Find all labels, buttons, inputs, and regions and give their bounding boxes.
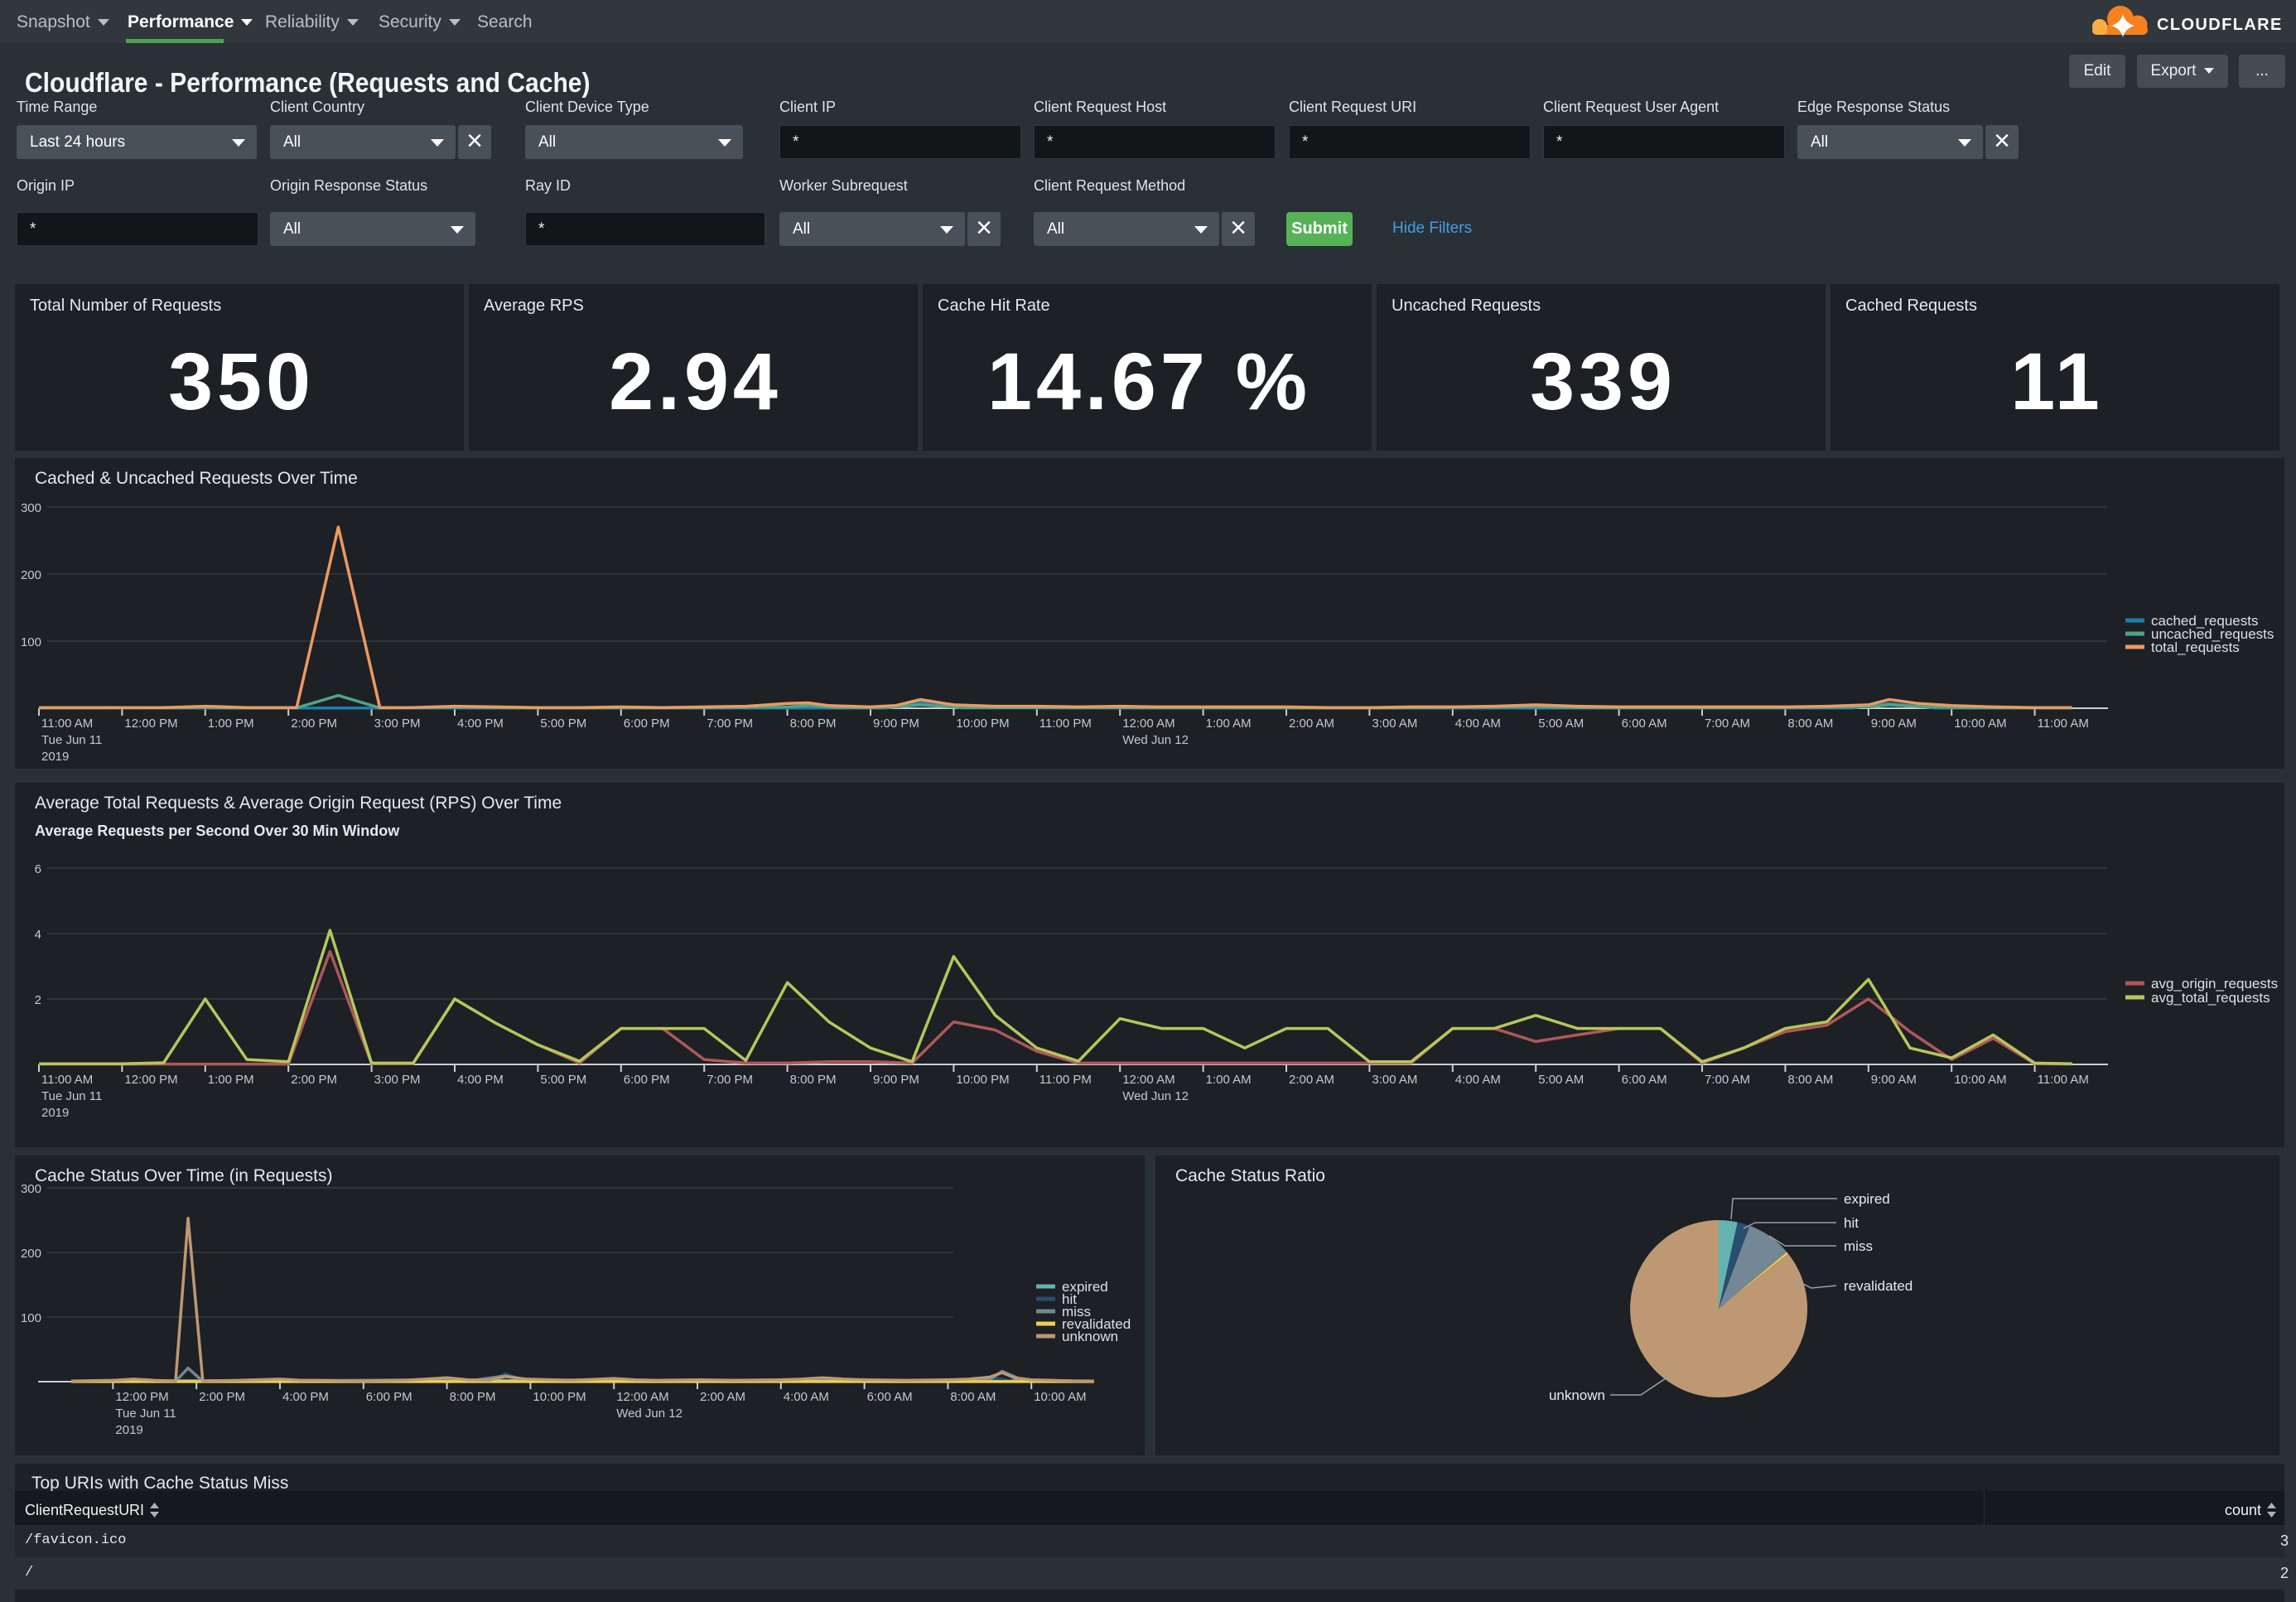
svg-text:2019: 2019: [41, 750, 69, 764]
svg-text:11:00 AM: 11:00 AM: [41, 1073, 93, 1087]
svg-text:12:00 PM: 12:00 PM: [115, 1390, 168, 1404]
svg-text:6:00 AM: 6:00 AM: [1622, 1073, 1667, 1087]
svg-text:12:00 AM: 12:00 AM: [1122, 1073, 1175, 1087]
svg-text:3:00 PM: 3:00 PM: [374, 1073, 421, 1087]
svg-text:3:00 AM: 3:00 AM: [1372, 717, 1417, 731]
svg-text:9:00 PM: 9:00 PM: [873, 1073, 919, 1087]
svg-text:12:00 AM: 12:00 AM: [1122, 717, 1175, 731]
svg-text:10:00 PM: 10:00 PM: [956, 1073, 1009, 1087]
svg-text:Tue Jun 11: Tue Jun 11: [41, 733, 102, 747]
svg-text:10:00 AM: 10:00 AM: [1954, 717, 2006, 731]
svg-text:unknown: unknown: [1549, 1387, 1605, 1403]
svg-text:2:00 AM: 2:00 AM: [1289, 1073, 1334, 1087]
svg-text:5:00 PM: 5:00 PM: [540, 717, 586, 731]
svg-text:3:00 PM: 3:00 PM: [374, 717, 421, 731]
svg-text:Tue Jun 11: Tue Jun 11: [41, 1089, 102, 1103]
svg-text:11:00 AM: 11:00 AM: [2038, 1073, 2089, 1087]
svg-text:unknown: unknown: [1062, 1329, 1118, 1344]
svg-text:8:00 PM: 8:00 PM: [450, 1390, 496, 1404]
svg-text:12:00 PM: 12:00 PM: [124, 717, 177, 731]
svg-text:2019: 2019: [115, 1423, 142, 1437]
svg-text:Wed Jun 12: Wed Jun 12: [616, 1407, 683, 1421]
svg-text:8:00 PM: 8:00 PM: [790, 1073, 837, 1087]
svg-text:4:00 AM: 4:00 AM: [1455, 717, 1501, 731]
svg-text:expired: expired: [1844, 1191, 1890, 1207]
svg-text:2:00 AM: 2:00 AM: [1289, 717, 1334, 731]
svg-text:7:00 AM: 7:00 AM: [1705, 1073, 1750, 1087]
svg-text:4:00 PM: 4:00 PM: [282, 1390, 329, 1404]
svg-text:2: 2: [35, 993, 41, 1007]
svg-text:1:00 PM: 1:00 PM: [208, 1073, 254, 1087]
svg-text:miss: miss: [1844, 1238, 1873, 1254]
svg-text:12:00 AM: 12:00 AM: [616, 1390, 668, 1404]
svg-text:7:00 PM: 7:00 PM: [707, 1073, 753, 1087]
svg-text:300: 300: [21, 501, 41, 515]
svg-text:4: 4: [35, 928, 41, 942]
svg-text:200: 200: [21, 1247, 41, 1261]
svg-text:6:00 AM: 6:00 AM: [867, 1390, 913, 1404]
svg-text:12:00 PM: 12:00 PM: [124, 1073, 177, 1087]
svg-text:7:00 AM: 7:00 AM: [1705, 717, 1750, 731]
svg-text:8:00 AM: 8:00 AM: [1787, 717, 1833, 731]
svg-text:9:00 PM: 9:00 PM: [873, 717, 919, 731]
svg-text:6:00 PM: 6:00 PM: [366, 1390, 412, 1404]
svg-text:8:00 AM: 8:00 AM: [1787, 1073, 1833, 1087]
svg-text:5:00 AM: 5:00 AM: [1538, 717, 1584, 731]
svg-text:7:00 PM: 7:00 PM: [707, 717, 753, 731]
svg-text:2:00 AM: 2:00 AM: [700, 1390, 745, 1404]
svg-text:4:00 PM: 4:00 PM: [457, 717, 504, 731]
svg-text:8:00 AM: 8:00 AM: [950, 1390, 996, 1404]
svg-text:6:00 PM: 6:00 PM: [624, 717, 670, 731]
svg-text:Wed Jun 12: Wed Jun 12: [1122, 1089, 1189, 1103]
svg-text:10:00 AM: 10:00 AM: [1034, 1390, 1086, 1404]
svg-text:200: 200: [21, 568, 41, 582]
svg-text:4:00 AM: 4:00 AM: [1455, 1073, 1501, 1087]
svg-text:4:00 AM: 4:00 AM: [784, 1390, 829, 1404]
svg-text:1:00 PM: 1:00 PM: [208, 717, 254, 731]
svg-text:10:00 PM: 10:00 PM: [533, 1390, 586, 1404]
svg-text:9:00 AM: 9:00 AM: [1871, 717, 1917, 731]
svg-text:2019: 2019: [41, 1106, 69, 1120]
svg-text:revalidated: revalidated: [1844, 1278, 1913, 1294]
svg-text:2:00 PM: 2:00 PM: [291, 1073, 337, 1087]
svg-text:100: 100: [21, 1311, 41, 1325]
svg-text:CLOUDFLARE: CLOUDFLARE: [2157, 16, 2283, 34]
svg-text:4:00 PM: 4:00 PM: [457, 1073, 504, 1087]
svg-text:11:00 AM: 11:00 AM: [41, 717, 93, 731]
svg-text:2:00 PM: 2:00 PM: [291, 717, 337, 731]
svg-text:9:00 AM: 9:00 AM: [1871, 1073, 1917, 1087]
svg-text:6: 6: [35, 862, 41, 876]
svg-text:total_requests: total_requests: [2151, 639, 2240, 655]
svg-text:11:00 PM: 11:00 PM: [1039, 717, 1092, 731]
svg-text:300: 300: [21, 1182, 41, 1196]
svg-text:6:00 AM: 6:00 AM: [1622, 717, 1667, 731]
svg-text:5:00 AM: 5:00 AM: [1538, 1073, 1584, 1087]
svg-text:hit: hit: [1844, 1215, 1859, 1231]
svg-text:8:00 PM: 8:00 PM: [790, 717, 837, 731]
svg-text:1:00 AM: 1:00 AM: [1206, 1073, 1252, 1087]
svg-text:10:00 PM: 10:00 PM: [956, 717, 1009, 731]
svg-text:1:00 AM: 1:00 AM: [1206, 717, 1252, 731]
svg-text:avg_total_requests: avg_total_requests: [2151, 990, 2270, 1006]
svg-text:5:00 PM: 5:00 PM: [540, 1073, 586, 1087]
svg-text:3:00 AM: 3:00 AM: [1372, 1073, 1417, 1087]
svg-text:11:00 AM: 11:00 AM: [2038, 717, 2089, 731]
svg-text:Wed Jun 12: Wed Jun 12: [1122, 733, 1189, 747]
svg-text:10:00 AM: 10:00 AM: [1954, 1073, 2006, 1087]
svg-text:6:00 PM: 6:00 PM: [624, 1073, 670, 1087]
svg-text:11:00 PM: 11:00 PM: [1039, 1073, 1092, 1087]
svg-text:100: 100: [21, 635, 41, 649]
svg-text:2:00 PM: 2:00 PM: [199, 1390, 245, 1404]
svg-text:Tue Jun 11: Tue Jun 11: [115, 1407, 176, 1421]
